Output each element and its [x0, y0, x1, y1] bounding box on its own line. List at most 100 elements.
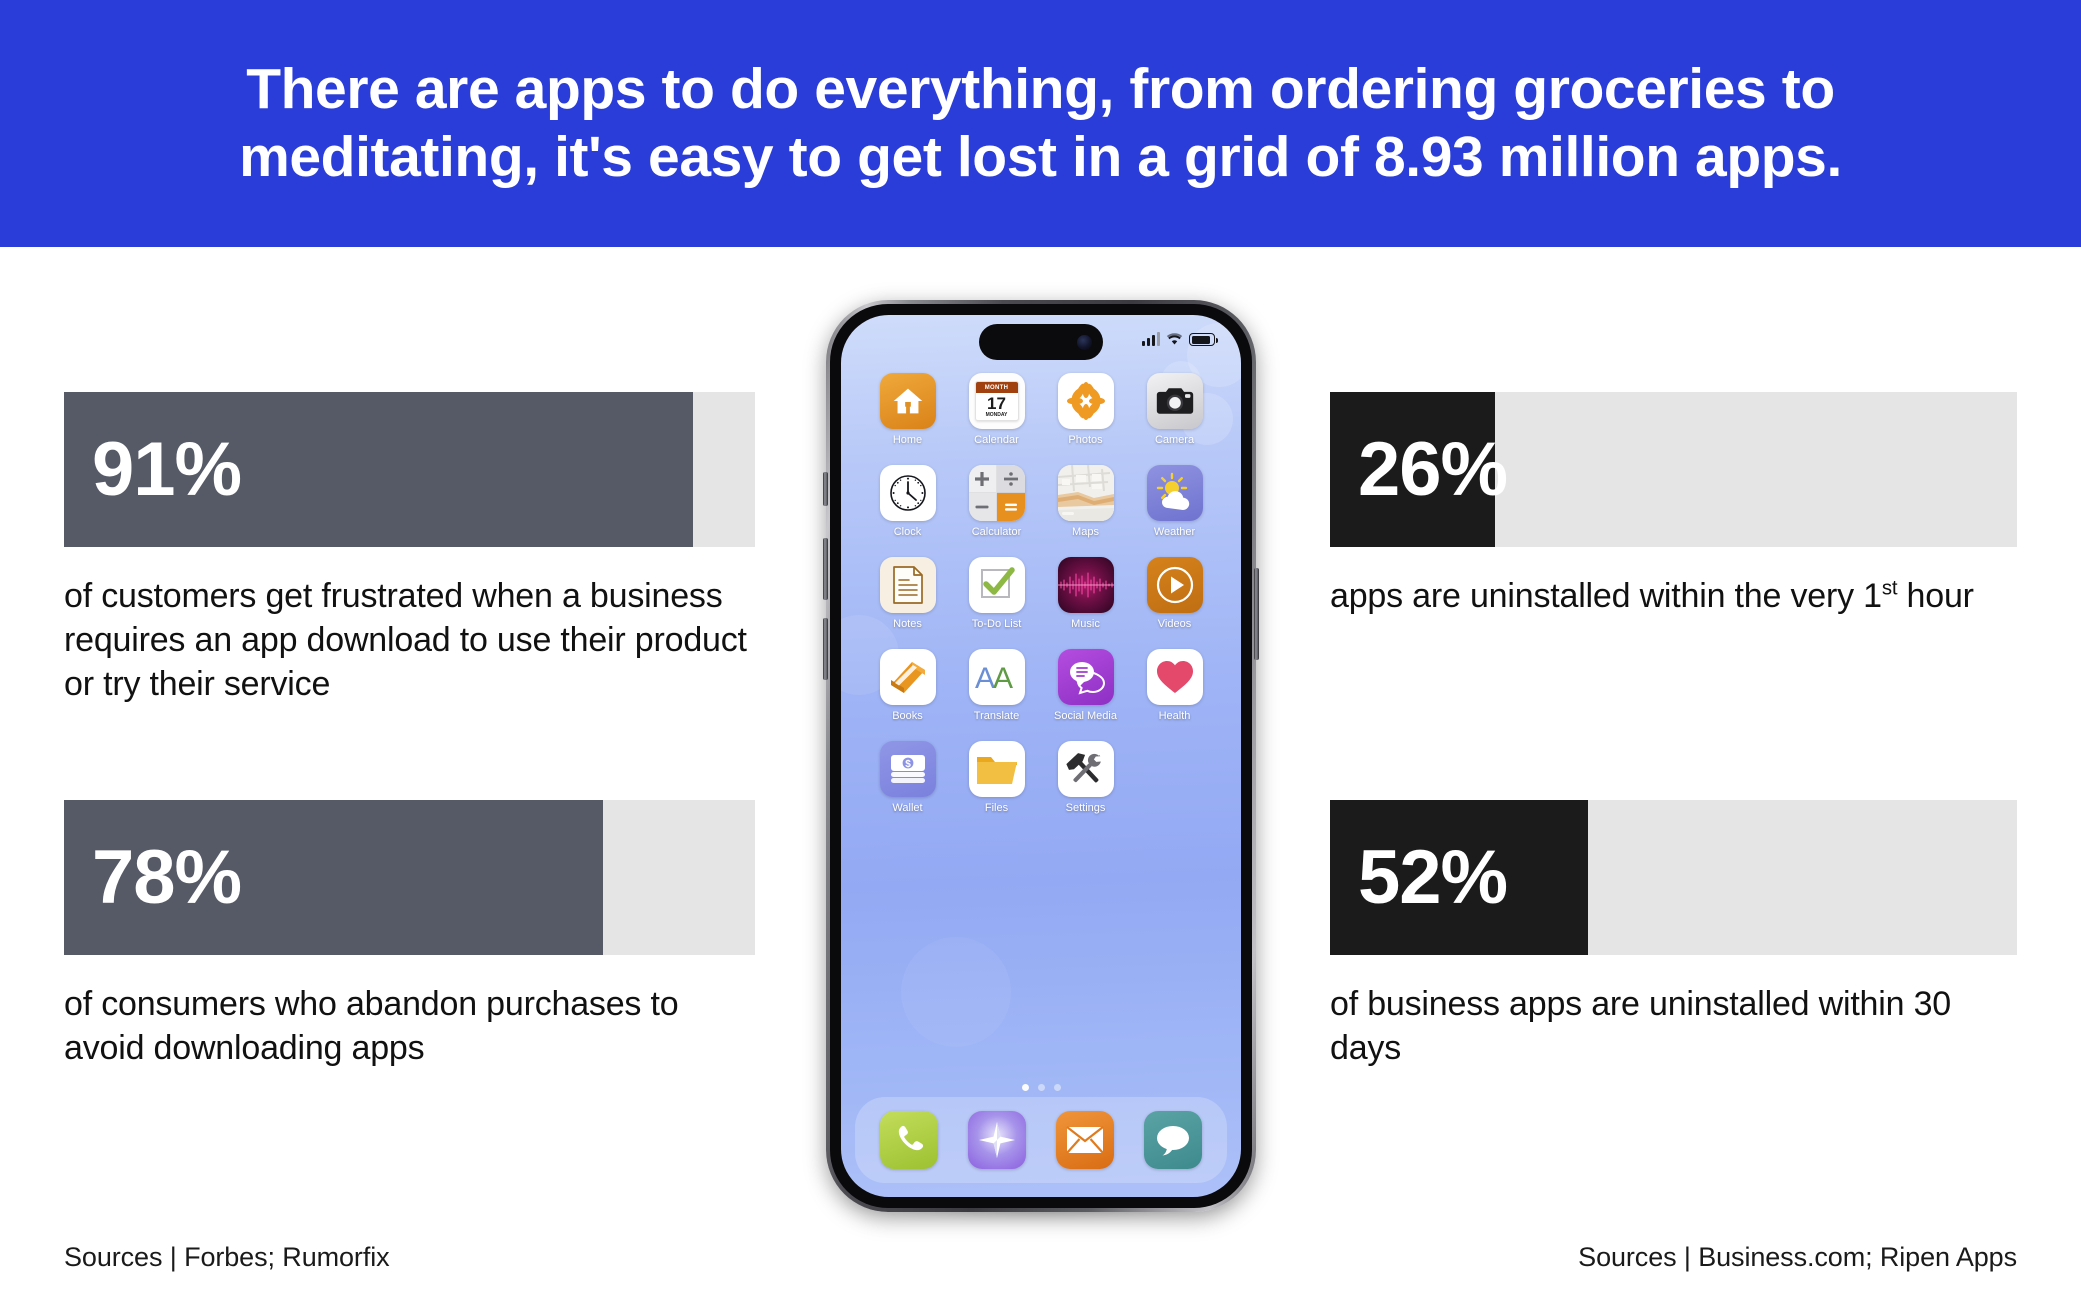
- app-wallet[interactable]: $ Wallet: [871, 741, 945, 814]
- phone-mockup: Home MONTH 17 MONDAY Calendar Photos Cam…: [823, 300, 1259, 1220]
- app-grid: Home MONTH 17 MONDAY Calendar Photos Cam…: [841, 373, 1241, 814]
- app-clock[interactable]: Clock: [871, 465, 945, 538]
- stat-block-26: 26% apps are uninstalled within the very…: [1330, 392, 2017, 619]
- app-books[interactable]: Books: [871, 649, 945, 722]
- chat-bubbles-icon: [1057, 649, 1114, 705]
- app-settings[interactable]: Settings: [1049, 741, 1123, 814]
- caption-ordinal-suffix: st: [1881, 577, 1898, 600]
- app-label: Settings: [1065, 802, 1106, 814]
- bar-fill: 52%: [1330, 800, 1588, 955]
- app-camera[interactable]: Camera: [1138, 373, 1212, 446]
- document-notes-icon: [879, 557, 936, 613]
- app-weather[interactable]: Weather: [1138, 465, 1212, 538]
- clock-icon: [879, 465, 936, 521]
- app-label: Photos: [1068, 434, 1103, 446]
- checkbox-check-icon: [968, 557, 1025, 613]
- app-label: Camera: [1154, 434, 1195, 446]
- app-photos[interactable]: Photos: [1049, 373, 1123, 446]
- source-credit-right: Sources | Business.com; Ripen Apps: [1578, 1242, 2017, 1272]
- calendar-month-label: MONTH: [975, 382, 1018, 393]
- wifi-icon: [1166, 333, 1183, 345]
- page-dot[interactable]: [1037, 1084, 1045, 1091]
- app-label: Music: [1071, 618, 1100, 630]
- calendar-day-number: 17: [987, 394, 1006, 413]
- svg-text:A: A: [975, 662, 995, 694]
- app-label: To-Do List: [971, 618, 1022, 630]
- calendar-icon: MONTH 17 MONDAY: [968, 373, 1025, 429]
- app-notes[interactable]: Notes: [871, 557, 945, 630]
- stat-caption: of consumers who abandon purchases to av…: [64, 985, 679, 1067]
- volume-up-button[interactable]: [823, 538, 828, 600]
- status-bar: [841, 315, 1241, 369]
- volume-down-button[interactable]: [823, 618, 828, 680]
- heart-icon: [1146, 649, 1203, 705]
- header-banner: There are apps to do everything, from or…: [0, 0, 2081, 247]
- double-a-translate-icon: A A: [968, 649, 1025, 705]
- camera-icon: [1146, 373, 1203, 429]
- app-home[interactable]: Home: [871, 373, 945, 446]
- mute-switch-button[interactable]: [823, 472, 828, 506]
- app-label: Notes: [893, 618, 922, 630]
- front-camera-icon: [1077, 334, 1092, 350]
- app-label: Calendar: [974, 434, 1019, 446]
- app-calculator[interactable]: Calculator: [960, 465, 1034, 538]
- play-circle-icon: [1146, 557, 1203, 613]
- svg-text:$: $: [905, 759, 911, 770]
- sun-cloud-icon: [1146, 465, 1203, 521]
- hammer-wrench-icon: [1057, 741, 1114, 797]
- book-icon: [879, 649, 936, 705]
- bar-track: 52%: [1330, 800, 2017, 955]
- dock: [855, 1097, 1227, 1183]
- app-files[interactable]: Files: [960, 741, 1034, 814]
- stat-block-91: 91% of customers get frustrated when a b…: [64, 392, 755, 707]
- dynamic-island: [979, 324, 1103, 360]
- stat-block-78: 78% of consumers who abandon purchases t…: [64, 800, 755, 1071]
- app-translate[interactable]: A A Translate: [960, 649, 1034, 722]
- app-maps[interactable]: Maps: [1049, 465, 1123, 538]
- stat-value: 26%: [1358, 427, 1508, 512]
- folder-icon: [968, 741, 1025, 797]
- app-label: Maps: [1072, 526, 1099, 538]
- waveform-music-icon: [1057, 557, 1114, 613]
- app-label: Wallet: [892, 802, 923, 814]
- app-label: Calculator: [971, 526, 1022, 538]
- money-stack-icon: $: [879, 741, 936, 797]
- status-indicators: [1142, 332, 1218, 346]
- app-health[interactable]: Health: [1138, 649, 1212, 722]
- bar-track: 91%: [64, 392, 755, 547]
- app-label: Health: [1158, 710, 1191, 722]
- page-indicator-dots[interactable]: [841, 1084, 1241, 1091]
- envelope-icon[interactable]: [1056, 1111, 1114, 1169]
- house-icon: [879, 373, 936, 429]
- app-label: Books: [892, 710, 923, 722]
- battery-icon: [1189, 333, 1218, 346]
- power-side-button[interactable]: [1254, 568, 1259, 660]
- stat-value: 78%: [92, 835, 242, 920]
- bar-track: 78%: [64, 800, 755, 955]
- phone-frame: Home MONTH 17 MONDAY Calendar Photos Cam…: [823, 300, 1259, 1212]
- page-title: There are apps to do everything, from or…: [239, 57, 1842, 189]
- bar-fill: 91%: [64, 392, 693, 547]
- svg-text:A: A: [993, 662, 1013, 694]
- app-music[interactable]: Music: [1049, 557, 1123, 630]
- compass-star-icon[interactable]: [968, 1111, 1026, 1169]
- phone-handset-icon[interactable]: [880, 1111, 938, 1169]
- bar-fill: 26%: [1330, 392, 1508, 547]
- app-videos[interactable]: Videos: [1138, 557, 1212, 630]
- source-credit-left: Sources | Forbes; Rumorfix: [64, 1242, 390, 1272]
- calendar-weekday-label: MONDAY: [985, 412, 1008, 418]
- app-calendar[interactable]: MONTH 17 MONDAY Calendar: [960, 373, 1034, 446]
- bar-fill: 78%: [64, 800, 603, 955]
- stat-block-52: 52% of business apps are uninstalled wit…: [1330, 800, 2017, 1071]
- app-todo-list[interactable]: To-Do List: [960, 557, 1034, 630]
- stat-caption: of customers get frustrated when a busin…: [64, 577, 747, 703]
- page-dot[interactable]: [1053, 1084, 1061, 1091]
- app-label: Clock: [893, 526, 922, 538]
- flower-photos-icon: [1057, 373, 1114, 429]
- app-label: Videos: [1157, 618, 1192, 630]
- app-social-media[interactable]: Social Media: [1049, 649, 1123, 722]
- speech-bubble-icon[interactable]: [1144, 1111, 1202, 1169]
- caption-text-suffix: hour: [1897, 577, 1974, 615]
- page-dot[interactable]: [1021, 1084, 1029, 1091]
- phone-bezel: Home MONTH 17 MONDAY Calendar Photos Cam…: [830, 304, 1252, 1208]
